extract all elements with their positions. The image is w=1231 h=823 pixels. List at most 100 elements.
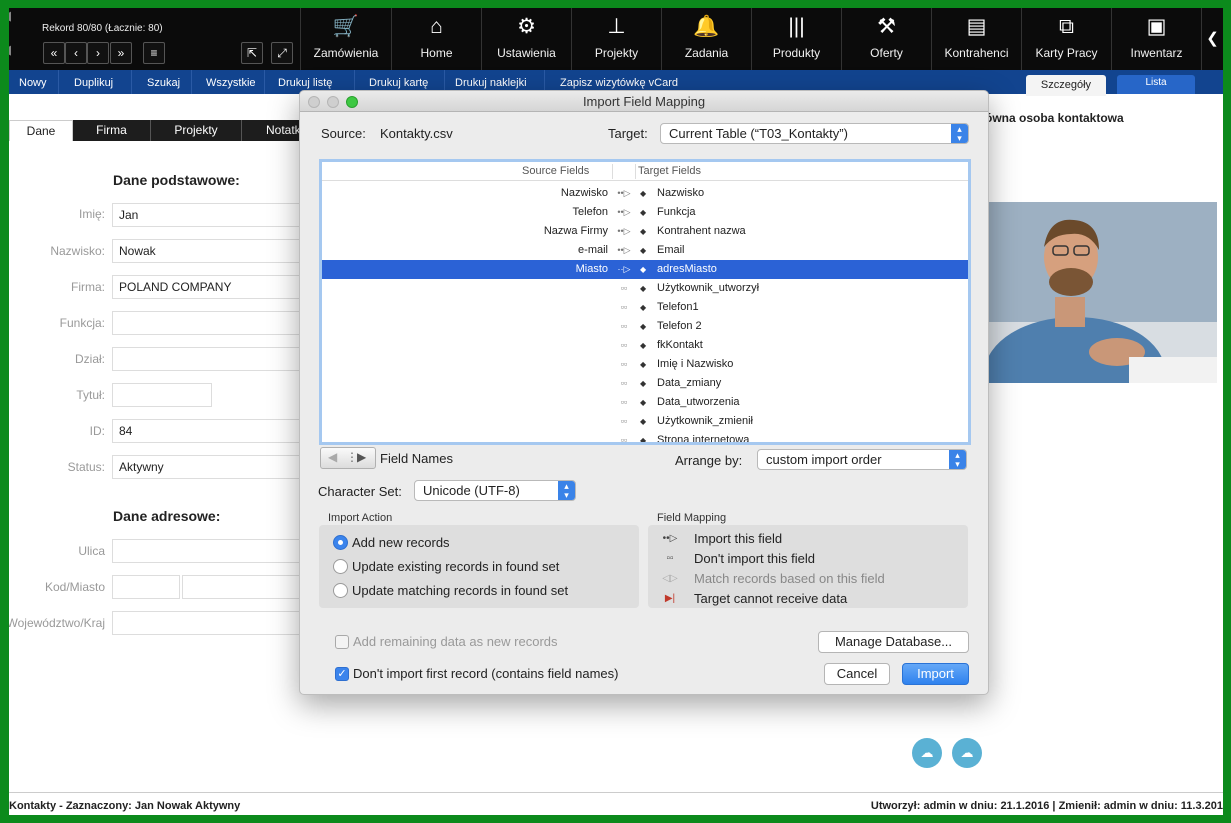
reorder-grip-icon[interactable]: ◆ — [640, 184, 646, 203]
mapping-arrow-icon[interactable]: ▫▫ — [616, 393, 632, 412]
position-input[interactable] — [112, 311, 302, 335]
list-view-button[interactable]: ≡ — [143, 42, 165, 64]
mapping-row[interactable]: ▫▫ ◆ Użytkownik_utworzył — [322, 279, 968, 298]
mapping-row[interactable]: ▫▫ ◆ Imię i Nazwisko — [322, 355, 968, 374]
fullscreen-icon[interactable]: ⤢ — [271, 42, 293, 64]
mapping-arrow-icon[interactable]: ▫▫ — [616, 412, 632, 431]
city-input[interactable] — [182, 575, 302, 599]
reorder-grip-icon[interactable]: ◆ — [640, 317, 646, 336]
next-record-button[interactable]: › — [87, 42, 109, 64]
toolbar-projekty[interactable]: ⊥ Projekty — [571, 8, 661, 70]
mapping-row[interactable]: ▫▫ ◆ Telefon1 — [322, 298, 968, 317]
company-input[interactable]: POLAND COMPANY — [112, 275, 302, 299]
action-nowy[interactable]: Nowy — [9, 70, 59, 94]
charset-select[interactable]: Unicode (UTF-8) ▴ ▾ — [414, 480, 576, 501]
mapping-row[interactable]: ▫▫ ◆ Użytkownik_zmienił — [322, 412, 968, 431]
target-select[interactable]: Current Table (“T03_Kontakty”) ▴ ▾ — [660, 123, 969, 144]
mapping-arrow-icon[interactable]: ▫▫ — [616, 431, 632, 442]
toolbar-oferty[interactable]: ⚒ Oferty — [841, 8, 931, 70]
toolbar-zadania[interactable]: 🔔 Zadania — [661, 8, 751, 70]
first-record-button[interactable]: « — [43, 42, 65, 64]
reorder-grip-icon[interactable]: ◆ — [640, 260, 646, 279]
title-input[interactable] — [112, 383, 212, 407]
tab-dane[interactable]: Dane — [9, 120, 73, 141]
toolbar-home[interactable]: ⌂ Home — [391, 8, 481, 70]
last-record-button[interactable]: » — [110, 42, 132, 64]
tab-szczegoly[interactable]: Szczegóły — [1026, 75, 1106, 96]
mapping-row[interactable]: e-mail ••▷ ◆ Email — [322, 241, 968, 260]
minimize-window-button[interactable] — [327, 96, 339, 108]
id-input[interactable]: 84 — [112, 419, 302, 443]
prev-record-icon[interactable]: ◀ — [328, 450, 337, 464]
mapping-row[interactable]: Nazwisko ••▷ ◆ Nazwisko — [322, 184, 968, 203]
next-record-icon[interactable]: ▶ — [357, 450, 366, 464]
radio-update-existing-label[interactable]: Update existing records in found set — [352, 559, 559, 574]
mapping-arrow-icon[interactable]: ▫▫ — [616, 317, 632, 336]
mapping-arrow-icon[interactable]: ▫▫ — [616, 336, 632, 355]
tab-lista[interactable]: Lista — [1117, 75, 1195, 94]
mapping-row[interactable]: Telefon ••▷ ◆ Funkcja — [322, 203, 968, 222]
tab-firma[interactable]: Firma — [73, 120, 151, 141]
mapping-row[interactable]: ▫▫ ◆ Telefon 2 — [322, 317, 968, 336]
reorder-grip-icon[interactable]: ◆ — [640, 355, 646, 374]
radio-update-existing[interactable] — [333, 559, 348, 574]
field-names-stepper[interactable]: ◀ ⋮ ▶ — [320, 447, 376, 469]
mapping-arrow-icon[interactable]: ••▷ — [616, 241, 632, 260]
department-input[interactable] — [112, 347, 302, 371]
status-select[interactable]: Aktywny — [112, 455, 302, 479]
zoom-window-button[interactable] — [346, 96, 358, 108]
toolbar-scroll-right[interactable]: ❮ — [1201, 8, 1223, 70]
prev-record-button[interactable]: ‹ — [65, 42, 87, 64]
mapping-row[interactable]: ▫▫ ◆ fkKontakt — [322, 336, 968, 355]
postal-code-input[interactable] — [112, 575, 180, 599]
add-remaining-checkbox[interactable] — [335, 635, 349, 649]
mapping-arrow-icon[interactable]: ▫▫ — [616, 355, 632, 374]
dont-import-first-checkbox[interactable]: ✓ — [335, 667, 349, 681]
action-duplikuj[interactable]: Duplikuj — [59, 70, 132, 94]
reorder-grip-icon[interactable]: ◆ — [640, 298, 646, 317]
radio-update-matching[interactable] — [333, 583, 348, 598]
reorder-grip-icon[interactable]: ◆ — [640, 203, 646, 222]
reorder-grip-icon[interactable]: ◆ — [640, 336, 646, 355]
toolbar-karty-pracy[interactable]: ⧉ Karty Pracy — [1021, 8, 1111, 70]
mapping-row[interactable]: Miasto ··▷ ◆ adresMiasto — [322, 260, 968, 279]
reorder-grip-icon[interactable]: ◆ — [640, 412, 646, 431]
street-input[interactable] — [112, 539, 302, 563]
mapping-row[interactable]: ▫▫ ◆ Strona internetowa — [322, 431, 968, 442]
reorder-grip-icon[interactable]: ◆ — [640, 279, 646, 298]
mapping-arrow-icon[interactable]: ▫▫ — [616, 374, 632, 393]
mapping-row[interactable]: ▫▫ ◆ Data_utworzenia — [322, 393, 968, 412]
external-link-icon[interactable]: ⇱ — [241, 42, 263, 64]
action-wszystkie[interactable]: Wszystkie — [192, 70, 265, 94]
toolbar-kontrahenci[interactable]: ▤ Kontrahenci — [931, 8, 1021, 70]
radio-update-matching-label[interactable]: Update matching records in found set — [352, 583, 568, 598]
manage-database-button[interactable]: Manage Database... — [818, 631, 969, 653]
first-name-input[interactable]: Jan — [112, 203, 302, 227]
tab-projekty[interactable]: Projekty — [151, 120, 242, 141]
reorder-grip-icon[interactable]: ◆ — [640, 374, 646, 393]
arrange-by-select[interactable]: custom import order ▴ ▾ — [757, 449, 967, 470]
reorder-grip-icon[interactable]: ◆ — [640, 241, 646, 260]
mapping-arrow-icon[interactable]: ••▷ — [616, 203, 632, 222]
mapping-arrow-icon[interactable]: ▫▫ — [616, 298, 632, 317]
mapping-arrow-icon[interactable]: ▫▫ — [616, 279, 632, 298]
mapping-arrow-icon[interactable]: ••▷ — [616, 184, 632, 203]
mapping-arrow-icon[interactable]: ••▷ — [616, 222, 632, 241]
back-arrow-icon[interactable]: ◀ — [9, 8, 11, 24]
action-szukaj[interactable]: Szukaj — [132, 70, 192, 94]
radio-add-new[interactable] — [333, 535, 348, 550]
field-mapping-list[interactable]: Source Fields Target Fields Nazwisko ••▷ ◆… — [319, 159, 971, 445]
cancel-button[interactable]: Cancel — [824, 663, 890, 685]
toolbar-ustawienia[interactable]: ⚙ Ustawienia — [481, 8, 571, 70]
mapping-arrow-icon[interactable]: ··▷ — [616, 260, 632, 279]
import-button[interactable]: Import — [902, 663, 969, 685]
last-name-input[interactable]: Nowak — [112, 239, 302, 263]
radio-add-new-label[interactable]: Add new records — [352, 535, 450, 550]
region-country-input[interactable] — [112, 611, 302, 635]
close-window-button[interactable] — [308, 96, 320, 108]
toolbar-inwentarz[interactable]: ▣ Inwentarz — [1111, 8, 1201, 70]
forward-arrow-icon[interactable]: ◀ — [9, 42, 11, 58]
toolbar-produkty[interactable]: ||| Produkty — [751, 8, 841, 70]
reorder-grip-icon[interactable]: ◆ — [640, 431, 646, 442]
reorder-grip-icon[interactable]: ◆ — [640, 393, 646, 412]
